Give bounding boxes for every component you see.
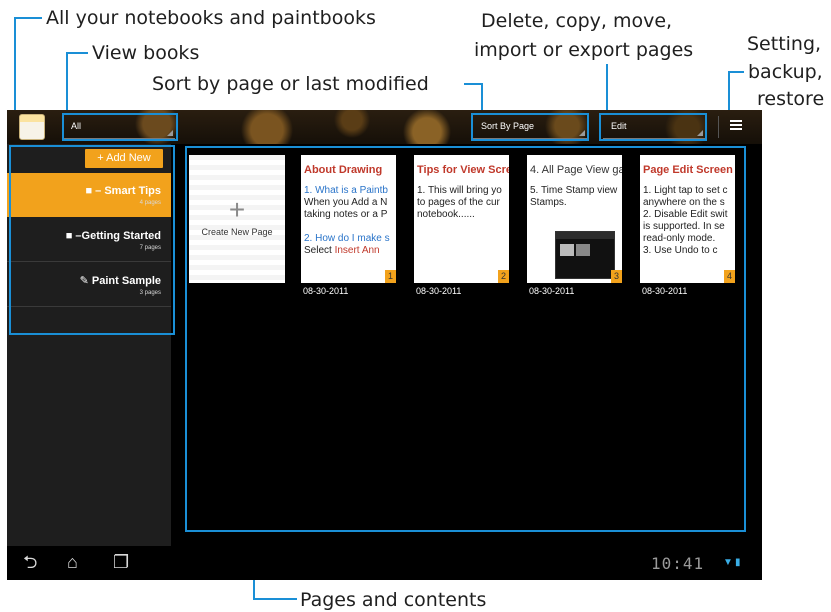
leader-edit-v bbox=[606, 64, 608, 115]
recent-apps-icon[interactable]: ❐ bbox=[113, 552, 129, 572]
clock: 10:41 bbox=[651, 554, 705, 573]
leader-notebooks-h bbox=[14, 17, 42, 19]
callout-sort: Sort by page or last modified bbox=[152, 73, 429, 95]
leader-settings-v bbox=[728, 71, 730, 111]
overflow-menu-icon[interactable] bbox=[730, 120, 742, 132]
leader-settings-h bbox=[728, 71, 744, 73]
highlight-pages-area bbox=[185, 146, 746, 532]
home-icon[interactable]: ⌂ bbox=[67, 552, 78, 572]
wifi-icon: ▼ bbox=[723, 557, 733, 568]
callout-settings-line2: backup, bbox=[748, 61, 823, 83]
back-icon[interactable]: ⮌ bbox=[23, 552, 37, 572]
system-navigation-bar: ⮌ ⌂ ❐ 10:41 ▼ ▮ bbox=[7, 546, 762, 580]
leader-view-v bbox=[66, 52, 68, 116]
callout-edit-line2: import or export pages bbox=[474, 39, 694, 61]
notebook-app-icon[interactable] bbox=[19, 114, 45, 140]
leader-sort-h bbox=[464, 83, 482, 85]
callout-edit-line1: Delete, copy, move, bbox=[481, 10, 673, 32]
callout-settings-line3: restore bbox=[757, 88, 825, 110]
callout-pages: Pages and contents bbox=[300, 589, 487, 611]
highlight-view-dropdown bbox=[62, 113, 178, 141]
leader-pages-h bbox=[253, 598, 297, 600]
leader-view-h bbox=[66, 52, 88, 54]
callout-notebooks: All your notebooks and paintbooks bbox=[46, 7, 376, 29]
callout-settings-line1: Setting, bbox=[747, 33, 822, 55]
highlight-edit-dropdown bbox=[599, 113, 707, 141]
action-bar-divider bbox=[718, 116, 719, 138]
callout-view-books: View books bbox=[92, 42, 200, 64]
highlight-books-list bbox=[9, 145, 175, 335]
battery-icon: ▮ bbox=[735, 557, 741, 568]
highlight-sort-dropdown bbox=[471, 113, 589, 141]
